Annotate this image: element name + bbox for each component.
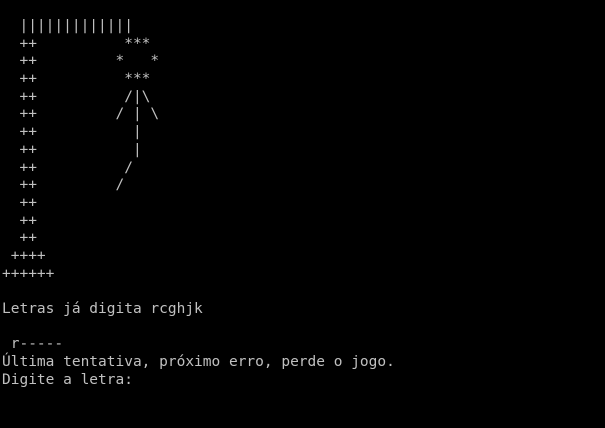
gallows-line: ++ *** [2,71,151,88]
word-progress: r----- [2,336,64,353]
gallows-line: ++ /|\ [2,88,151,105]
gallows-line: ++ [2,194,37,211]
gallows-line: ||||||||||||| [2,18,133,34]
gallows-line: ++ | [2,141,142,158]
hangman-drawing: ||||||||||||| ++ *** ++ * * ++ *** ++ /|… [2,18,602,283]
gallows-line: ++ | [2,124,142,141]
terminal-output: ||||||||||||| ++ *** ++ * * ++ *** ++ /|… [2,18,602,426]
warning-message: Última tentativa, próximo erro, perde o … [2,354,395,371]
input-cursor[interactable] [133,373,141,387]
gallows-line: ++ / [2,159,133,176]
gallows-line: ++ *** [2,35,151,52]
gallows-line: ++ [2,212,37,229]
terminal-window: { "theme": { "background": "#000000", "f… [0,0,605,428]
guessed-letters-line: Letras já digita rcghjk [2,301,203,317]
gallows-line: ++++ [2,247,46,264]
gallows-line: ++ / | \ [2,106,160,123]
input-prompt: Digite a letra: [2,371,133,388]
gallows-line: ++ * * [2,53,160,70]
gallows-line: ++++++ [2,265,55,282]
gallows-line: ++ [2,230,37,247]
input-prompt-line[interactable]: Digite a letra: [2,372,602,390]
gallows-line: ++ / [2,177,125,194]
